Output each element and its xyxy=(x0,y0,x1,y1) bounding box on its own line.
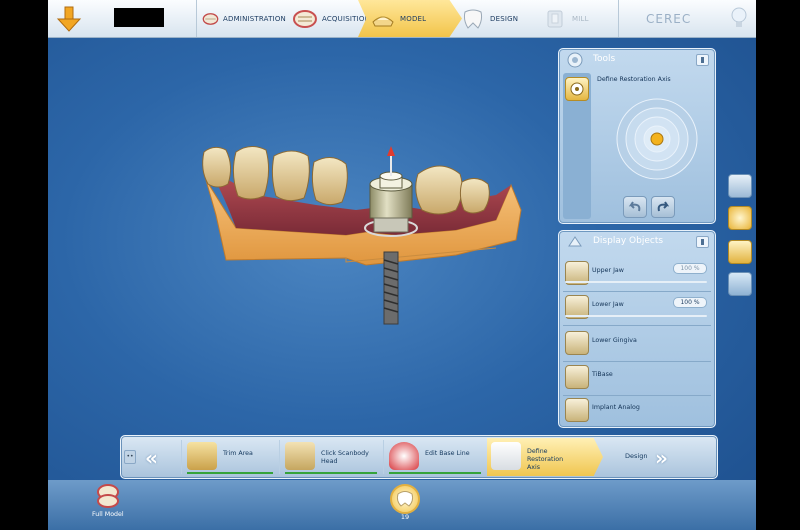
object-name: Upper Jaw xyxy=(592,267,624,274)
phase-label: ACQUISITION xyxy=(321,14,370,23)
tools-panel: Tools Define Restoration Axis xyxy=(558,48,716,224)
phase-mill: MILL xyxy=(538,0,618,37)
tools-title: Tools xyxy=(593,54,616,64)
previous-step-chevron-icon[interactable]: « xyxy=(145,446,158,470)
workflow-step-trim-area[interactable]: Trim Area xyxy=(183,438,277,476)
tool-name-label: Define Restoration Axis xyxy=(597,76,671,83)
tools-gear-icon xyxy=(567,52,583,68)
bottom-bar: Full Model 19 xyxy=(48,480,756,530)
tooth-number: 19 xyxy=(400,513,410,521)
implant-analog-icon[interactable] xyxy=(565,398,589,422)
object-name: Implant Analog xyxy=(592,404,640,411)
phase-label: MILL xyxy=(572,14,589,23)
display-objects-header: Display Objects xyxy=(559,231,715,253)
divider xyxy=(563,395,711,396)
workflow-step-scanbody[interactable]: Click Scanbody Head xyxy=(281,438,381,476)
phase-label: MODEL xyxy=(400,14,427,23)
base-line-icon xyxy=(389,442,419,470)
opacity-slider[interactable] xyxy=(565,315,707,317)
phase-bar: ADMINISTRATION ACQUISITION MODEL DESIGN xyxy=(48,0,756,38)
phase-acquisition[interactable]: ACQUISITION xyxy=(288,0,370,37)
restoration-axis-icon xyxy=(491,442,521,470)
step-done-bar xyxy=(389,472,481,474)
scan-jaw-icon xyxy=(292,9,317,28)
next-step-chevron-icon[interactable]: » xyxy=(655,446,668,470)
step-done-bar xyxy=(285,472,377,474)
phase-label: ADMINISTRATION xyxy=(222,14,286,23)
divider xyxy=(181,440,182,474)
divider xyxy=(563,361,711,362)
redo-icon xyxy=(657,201,670,212)
step-done-bar xyxy=(187,472,273,474)
cerec-app-window: ADMINISTRATION ACQUISITION MODEL DESIGN xyxy=(48,0,756,530)
divider xyxy=(618,0,619,37)
divider xyxy=(563,325,711,326)
display-objects-icon xyxy=(568,236,582,247)
implant-tool-icon[interactable] xyxy=(728,240,752,264)
undo-icon xyxy=(628,201,641,212)
jaw-icon xyxy=(202,12,219,25)
restoration-axis-icon xyxy=(570,82,584,96)
object-name: TiBase xyxy=(592,371,613,378)
define-axis-tool-button[interactable] xyxy=(565,77,589,101)
divider xyxy=(279,440,280,474)
design-tooth-icon xyxy=(463,9,483,29)
model-icon xyxy=(372,16,394,26)
object-name: Lower Jaw xyxy=(592,301,624,308)
workflow-step-base-line[interactable]: Edit Base Line xyxy=(385,438,485,476)
tooth-selector-badge[interactable] xyxy=(390,484,420,514)
mill-icon xyxy=(547,10,563,27)
jaw-model-3d-view[interactable] xyxy=(196,140,526,340)
divider xyxy=(563,291,711,292)
lightbulb-icon[interactable] xyxy=(730,6,748,30)
opacity-value[interactable]: 100 % xyxy=(673,263,707,274)
phase-model[interactable]: MODEL xyxy=(358,0,462,37)
cube-view-icon[interactable] xyxy=(728,174,752,198)
opacity-value[interactable]: 100 % xyxy=(673,297,707,308)
step-label: Edit Base Line xyxy=(425,450,470,457)
full-model-icon[interactable] xyxy=(96,483,120,509)
redacted-patient-box xyxy=(114,8,164,27)
back-arrow-icon[interactable] xyxy=(56,5,82,33)
redo-button[interactable] xyxy=(651,196,675,218)
pin-icon[interactable] xyxy=(696,54,709,66)
brand-logo: CEREC xyxy=(646,12,692,26)
pin-icon[interactable] xyxy=(696,236,709,248)
tools-header: Tools xyxy=(559,49,715,71)
divider xyxy=(383,440,384,474)
full-model-label: Full Model xyxy=(92,511,124,518)
step-label: Define Restoration Axis xyxy=(527,448,564,471)
undo-button[interactable] xyxy=(623,196,647,218)
axis-orient-icon[interactable] xyxy=(728,206,752,230)
divider xyxy=(196,0,197,37)
workflow-collapse-button[interactable]: •• xyxy=(124,450,136,464)
axis-target-dial[interactable] xyxy=(615,97,699,181)
object-name: Lower Gingiva xyxy=(592,337,637,344)
phase-administration[interactable]: ADMINISTRATION xyxy=(198,0,286,37)
gingiva-icon[interactable] xyxy=(565,331,589,355)
scanbody-icon xyxy=(285,442,315,470)
screenshot-icon[interactable] xyxy=(728,272,752,296)
tibase-icon[interactable] xyxy=(565,365,589,389)
step-label: Click Scanbody Head xyxy=(321,450,369,465)
display-objects-panel: Display Objects Upper Jaw 100 % Lower Ja… xyxy=(558,230,716,428)
display-objects-title: Display Objects xyxy=(593,236,664,246)
trim-area-icon xyxy=(187,442,217,470)
workflow-bar: •• « Trim Area Click Scanbody Head Edit … xyxy=(120,435,718,479)
opacity-slider[interactable] xyxy=(565,281,707,283)
workflow-step-restoration-axis[interactable]: Define Restoration Axis xyxy=(487,438,603,476)
step-label: Trim Area xyxy=(223,450,253,457)
phase-label: DESIGN xyxy=(490,14,519,23)
tooth-icon xyxy=(396,491,414,507)
phase-design[interactable]: DESIGN xyxy=(456,0,532,37)
